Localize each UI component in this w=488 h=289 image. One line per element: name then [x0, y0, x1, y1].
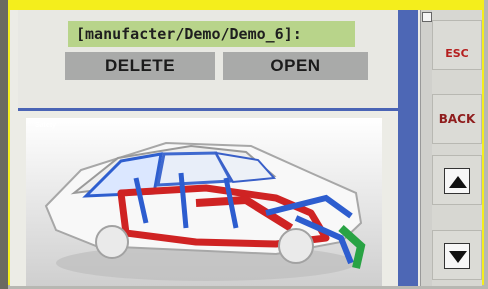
file-action-panel: [manufacter/Demo/Demo_6]: DELETE OPEN — [18, 10, 398, 110]
scroll-down-button[interactable] — [432, 230, 482, 280]
divider-line — [18, 108, 398, 111]
arrow-down-icon — [444, 243, 470, 269]
esc-button[interactable]: ESC — [432, 20, 482, 70]
scroll-track[interactable] — [398, 10, 418, 286]
content-area: [manufacter/Demo/Demo_6]: DELETE OPEN Sa… — [10, 10, 420, 286]
arrow-up-icon — [444, 168, 470, 194]
image-label: Safety — [35, 122, 57, 129]
scroll-up-button[interactable] — [432, 155, 482, 205]
back-button[interactable]: BACK — [432, 94, 482, 144]
path-title: [manufacter/Demo/Demo_6]: — [68, 21, 355, 47]
screen: [manufacter/Demo/Demo_6]: DELETE OPEN Sa… — [10, 10, 482, 286]
device-edge — [0, 0, 8, 289]
car-body-illustration — [26, 118, 382, 286]
delete-button[interactable]: DELETE — [65, 52, 215, 80]
open-button[interactable]: OPEN — [223, 52, 368, 80]
safety-preview-image: Safety — [26, 118, 382, 286]
side-control-panel: ESC BACK — [432, 10, 482, 286]
scroll-up-button[interactable] — [422, 12, 432, 22]
